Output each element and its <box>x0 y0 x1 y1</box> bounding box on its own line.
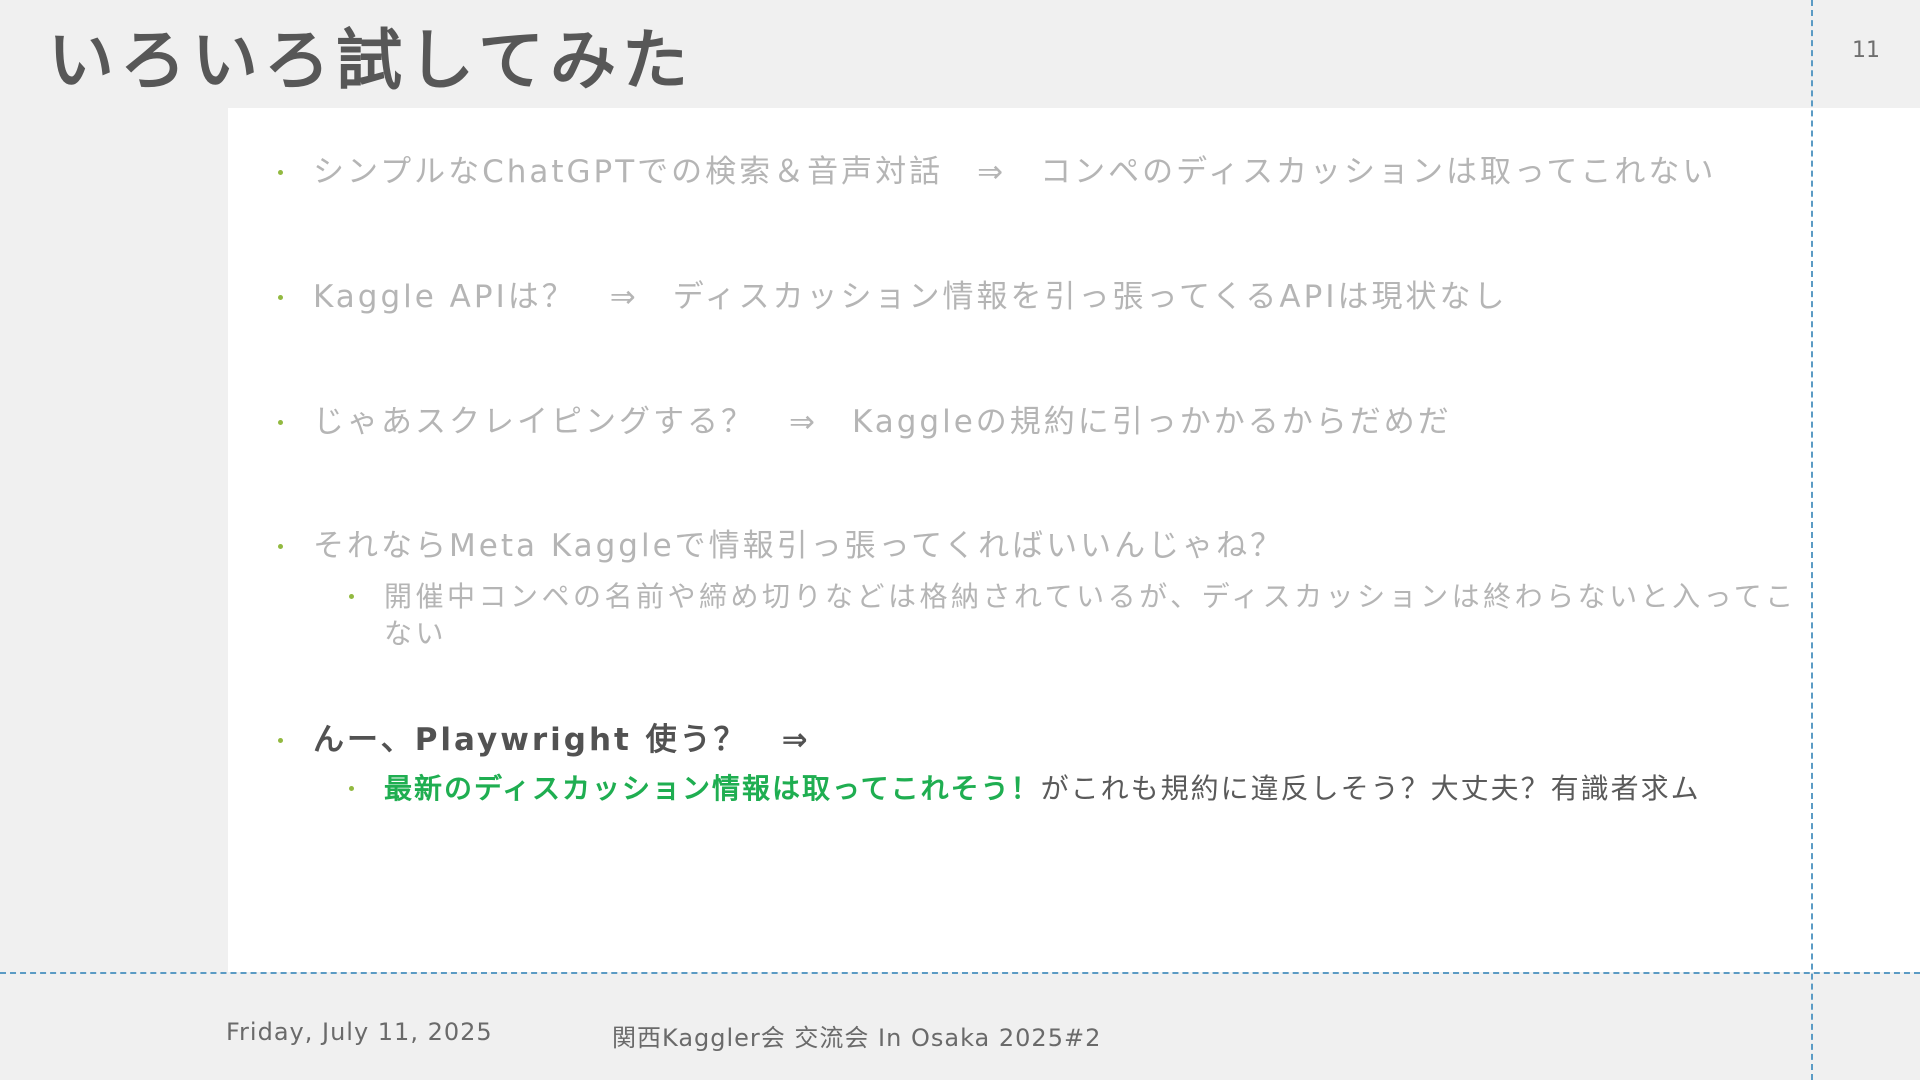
footer-event: 関西Kaggler会 交流会 In Osaka 2025#2 <box>612 1024 1102 1052</box>
bullet-text: それならMeta Kaggleで情報引っ張ってくればいいんじゃね？ <box>313 528 1285 564</box>
bullet-item: それならMeta Kaggleで情報引っ張ってくればいいんじゃね？ <box>278 526 1284 566</box>
sub-bullet-text: 最新のディスカッション情報は取ってこれそう！がこれも規約に違反しそう？大丈夫？有… <box>384 770 1701 807</box>
bullet-text: シンプルなChatGPTでの検索＆音声対話 ⇒ コンペのディスカッションは取って… <box>313 154 1717 190</box>
bullet-item: シンプルなChatGPTでの検索＆音声対話 ⇒ コンペのディスカッションは取って… <box>278 152 1716 192</box>
sub-bullet-item: 最新のディスカッション情報は取ってこれそう！がこれも規約に違反しそう？大丈夫？有… <box>349 770 1701 807</box>
bullet-dot-icon <box>349 786 354 791</box>
sub-bullet-text: 開催中コンペの名前や締め切りなどは格納されているが、ディスカッションは終わらない… <box>384 580 1797 650</box>
bullet-dot-icon <box>278 170 283 175</box>
slide-title: いろいろ試してみた <box>48 22 695 99</box>
vertical-guide-line <box>1811 0 1813 1080</box>
highlight-text: 最新のディスカッション情報は取ってこれそう！ <box>384 772 1041 805</box>
bullet-dot-icon <box>278 420 283 425</box>
bullet-text: んー、Playwright 使う？ ⇒ <box>313 722 811 758</box>
bullet-text: Kaggle APIは？ ⇒ ディスカッション情報を引っ張ってくるAPIは現状な… <box>313 279 1508 315</box>
bullet-item: んー、Playwright 使う？ ⇒ <box>278 720 811 760</box>
page-number: 11 <box>1852 38 1880 63</box>
sub-bullet-item: 開催中コンペの名前や締め切りなどは格納されているが、ディスカッションは終わらない… <box>349 578 1804 652</box>
bullet-dot-icon <box>278 295 283 300</box>
bullet-text: じゃあスクレイピングする？ ⇒ Kaggleの規約に引っかかるからだめだ <box>313 404 1452 440</box>
bullet-item: Kaggle APIは？ ⇒ ディスカッション情報を引っ張ってくるAPIは現状な… <box>278 277 1507 317</box>
bullet-dot-icon <box>349 594 354 599</box>
horizontal-guide-line <box>0 972 1920 974</box>
footer-date: Friday, July 11, 2025 <box>226 1018 493 1046</box>
bullet-dot-icon <box>278 738 283 743</box>
sub-bullet-rest-text: がこれも規約に違反しそう？大丈夫？有識者求ム <box>1040 772 1701 805</box>
bullet-dot-icon <box>278 544 283 549</box>
bullet-item: じゃあスクレイピングする？ ⇒ Kaggleの規約に引っかかるからだめだ <box>278 402 1452 442</box>
